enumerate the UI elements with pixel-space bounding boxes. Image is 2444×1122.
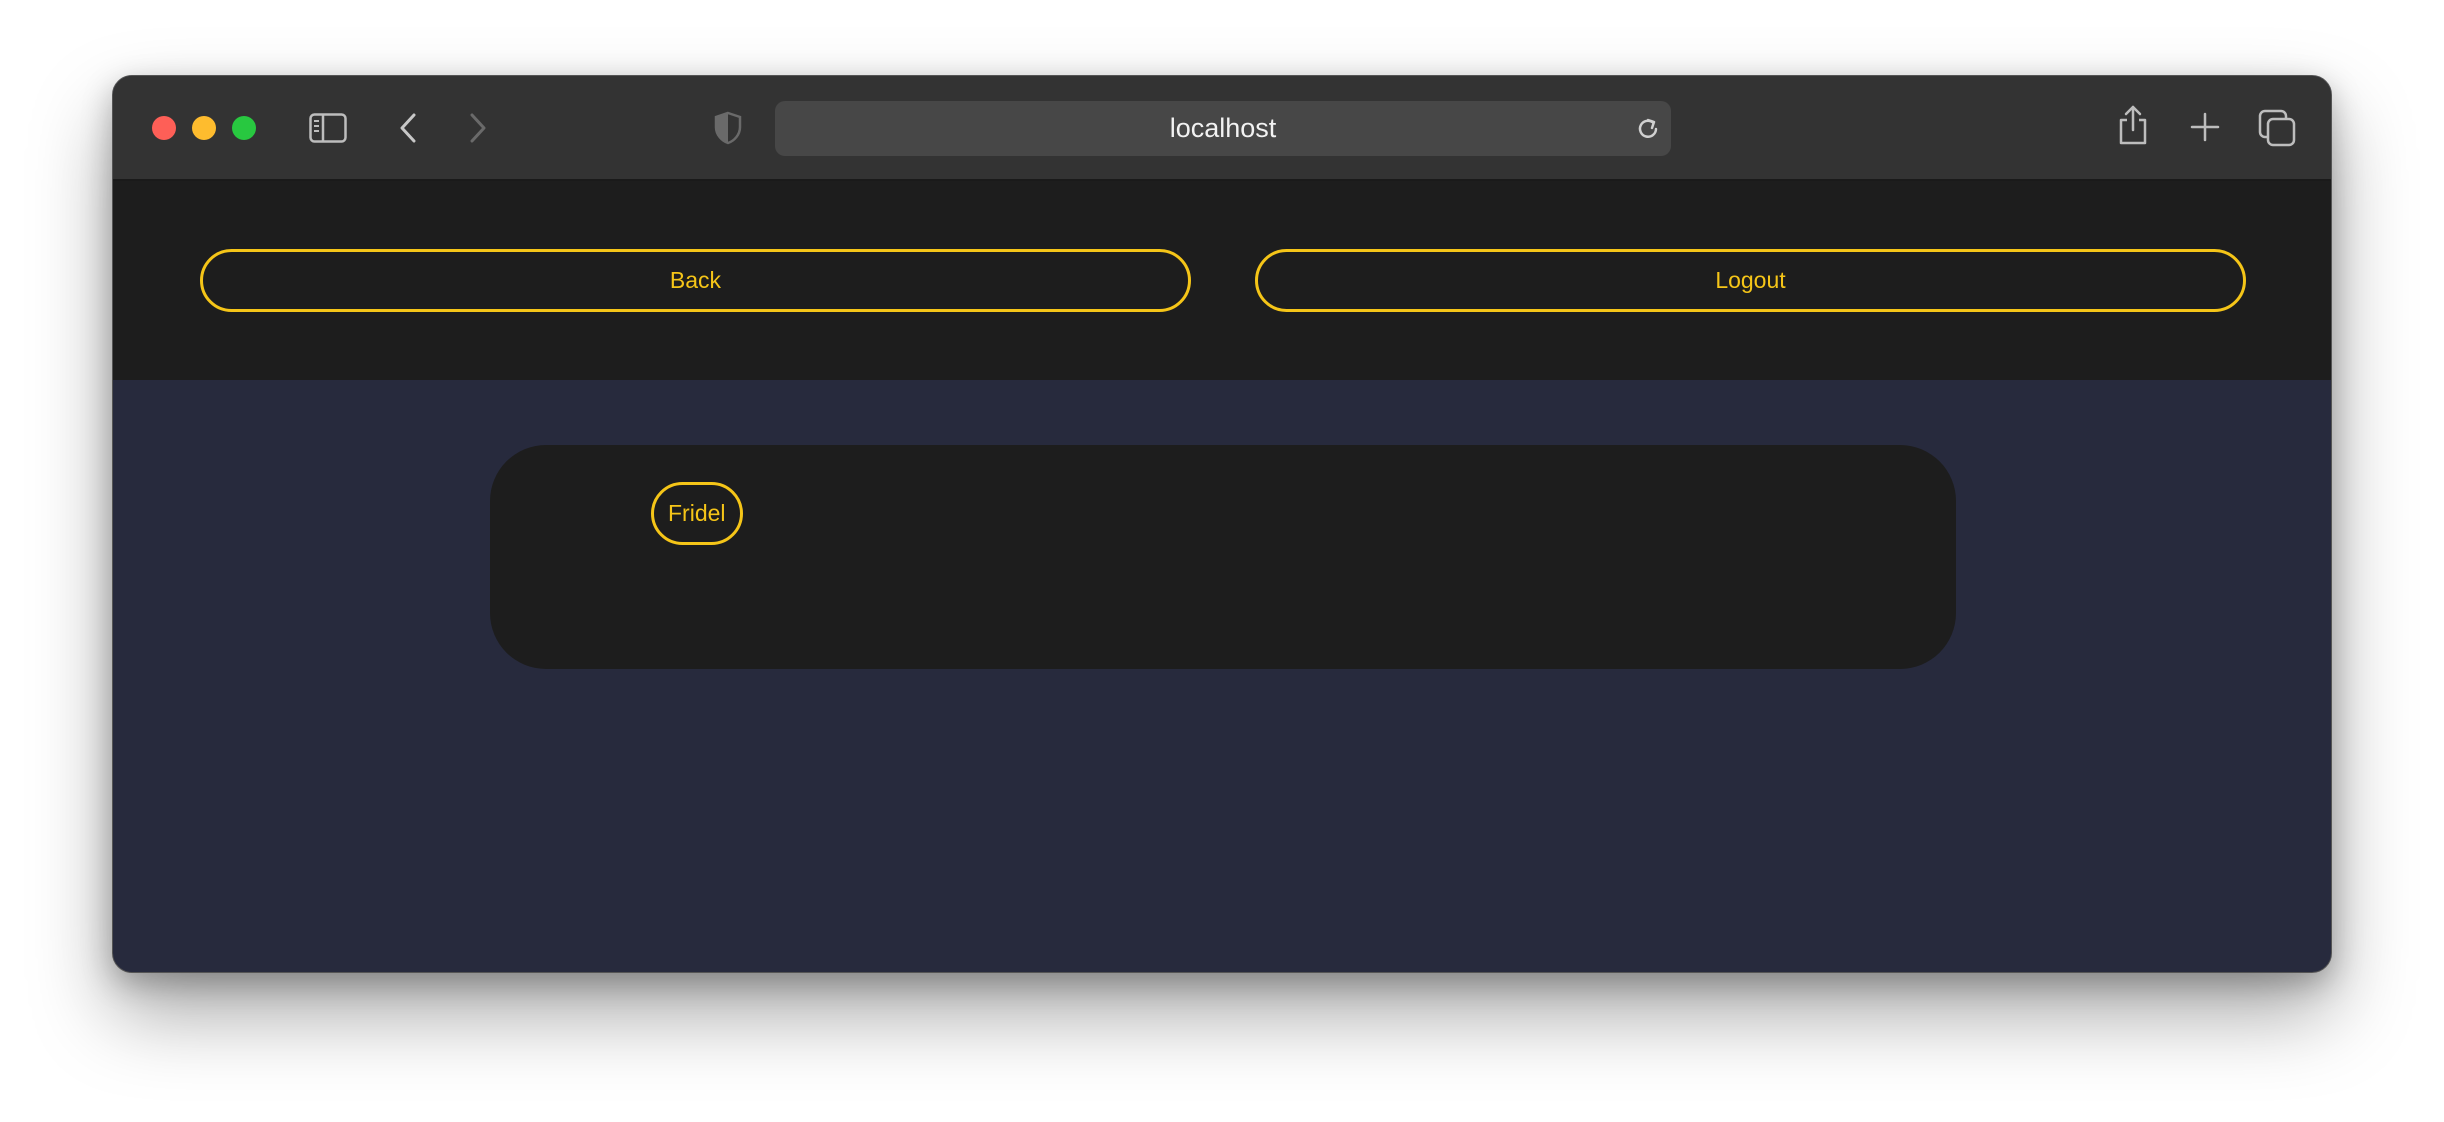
sidebar-icon[interactable]: [308, 111, 348, 145]
tabs-icon[interactable]: [2257, 108, 2297, 148]
browser-toolbar: localhost: [113, 76, 2331, 181]
address-bar[interactable]: localhost: [775, 101, 1671, 156]
user-chip[interactable]: Fridel: [651, 482, 743, 545]
content-card: Fridel: [490, 445, 1956, 669]
reload-icon[interactable]: [1634, 115, 1662, 143]
top-navigation: Back Logout: [113, 181, 2331, 380]
shield-icon[interactable]: [713, 109, 743, 147]
logout-button[interactable]: Logout: [1255, 249, 2246, 312]
chevron-right-icon[interactable]: [466, 110, 490, 146]
minimize-window-button[interactable]: [192, 116, 216, 140]
chevron-left-icon[interactable]: [396, 110, 420, 146]
plus-icon[interactable]: [2189, 111, 2221, 143]
close-window-button[interactable]: [152, 116, 176, 140]
back-button[interactable]: Back: [200, 249, 1191, 312]
share-icon[interactable]: [2116, 103, 2150, 147]
maximize-window-button[interactable]: [232, 116, 256, 140]
browser-window: localhost Back Logout Fridel: [112, 75, 2332, 973]
url-text: localhost: [1169, 113, 1277, 143]
